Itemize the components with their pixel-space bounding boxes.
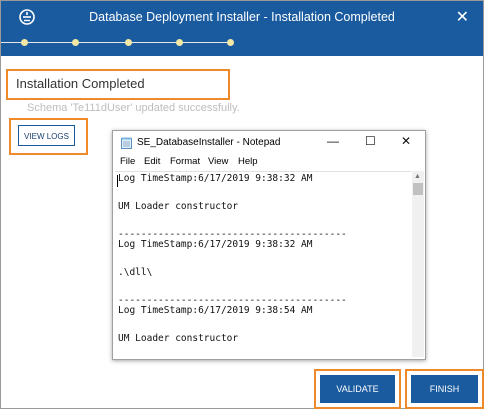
finish-highlight: FINISH — [405, 369, 484, 409]
notepad-maximize-button[interactable]: ☐ — [365, 134, 376, 148]
notepad-close-button[interactable]: ✕ — [401, 134, 411, 148]
title-bar: Database Deployment Installer - Installa… — [1, 1, 483, 33]
log-line: Log TimeStamp:6/17/2019 9:38:54 AM — [118, 305, 313, 316]
progress-step-5 — [227, 39, 234, 46]
notepad-minimize-button[interactable]: — — [327, 134, 339, 148]
progress-tracker — [1, 33, 483, 56]
menu-format[interactable]: Format — [170, 156, 200, 167]
notepad-vertical-scrollbar[interactable]: ▲ — [412, 171, 424, 357]
status-title: Installation Completed — [16, 76, 145, 91]
log-line: UM Loader constructor — [118, 201, 239, 212]
menu-edit[interactable]: Edit — [144, 156, 160, 167]
progress-step-3 — [125, 39, 132, 46]
notepad-icon — [121, 137, 132, 149]
notepad-title-bar: SE_DatabaseInstaller - Notepad — ☐ ✕ — [113, 131, 425, 155]
progress-step-1 — [21, 39, 28, 46]
menu-view[interactable]: View — [208, 156, 228, 167]
log-line: UM Loader constructor — [118, 333, 239, 344]
log-line: .\dll\ — [118, 267, 153, 278]
validate-highlight: VALIDATE — [314, 369, 401, 409]
notepad-title: SE_DatabaseInstaller - Notepad — [137, 137, 281, 148]
close-window-button[interactable]: ✕ — [456, 7, 469, 27]
notepad-text-area[interactable]: Log TimeStamp:6/17/2019 9:38:32 AM UM Lo… — [115, 171, 411, 358]
notepad-menu-bar: File Edit Format View Help — [113, 155, 425, 171]
menu-file[interactable]: File — [120, 156, 135, 167]
status-title-highlight: Installation Completed — [6, 69, 230, 100]
validate-button[interactable]: VALIDATE — [320, 375, 395, 403]
finish-button[interactable]: FINISH — [411, 375, 478, 403]
progress-line — [1, 42, 233, 43]
log-line: Log TimeStamp:6/17/2019 9:38:32 AM — [118, 239, 313, 250]
progress-step-4 — [176, 39, 183, 46]
view-logs-highlight: VIEW LOGS — [9, 118, 88, 155]
progress-step-2 — [72, 39, 79, 46]
log-line: Log TimeStamp:6/17/2019 9:38:32 AM — [118, 173, 313, 184]
window-title: Database Deployment Installer - Installa… — [89, 10, 395, 24]
view-logs-button[interactable]: VIEW LOGS — [18, 125, 75, 146]
scrollbar-thumb[interactable] — [413, 183, 423, 195]
schema-status-message: Schema 'Te111dUser' updated successfully… — [27, 102, 240, 114]
notepad-window: SE_DatabaseInstaller - Notepad — ☐ ✕ Fil… — [112, 130, 426, 360]
scroll-up-arrow-icon[interactable]: ▲ — [414, 173, 421, 180]
menu-help[interactable]: Help — [238, 156, 258, 167]
